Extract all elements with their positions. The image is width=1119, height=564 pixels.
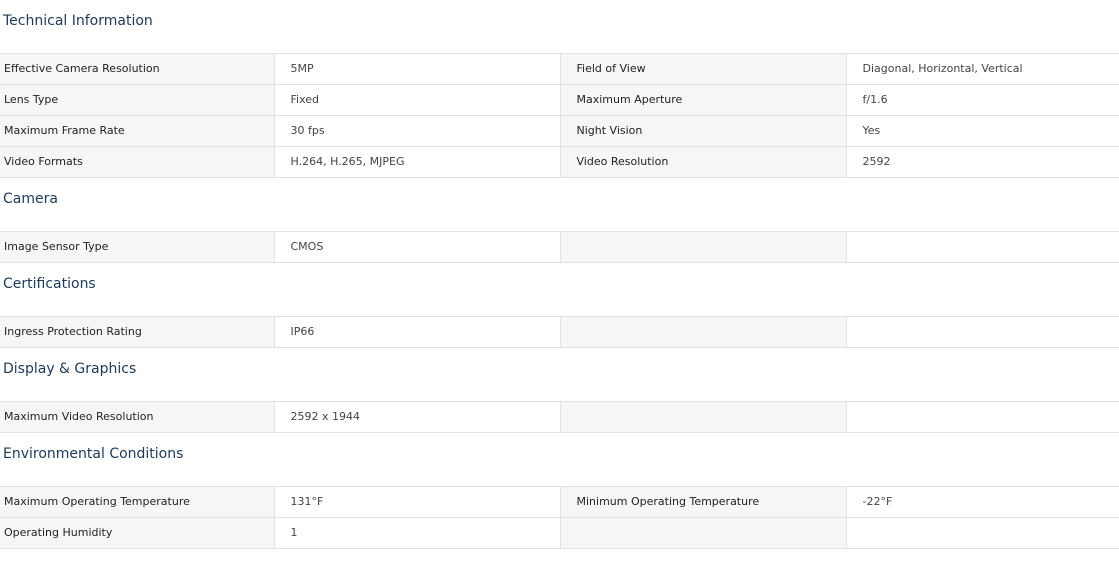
- spec-label: Video Formats: [0, 146, 274, 178]
- spec-value: 2592: [845, 146, 1119, 178]
- spec-table: Maximum Operating Temperature 131°F Mini…: [0, 486, 1119, 549]
- section-title: Technical Information: [3, 13, 153, 29]
- spec-label: Operating Humidity: [0, 517, 274, 549]
- spec-value: f/1.6: [845, 84, 1119, 116]
- spec-value: H.264, H.265, MJPEG: [273, 146, 560, 178]
- spec-label: Ingress Protection Rating: [0, 316, 274, 348]
- section-title: Camera: [3, 191, 58, 207]
- table-row: Maximum Video Resolution 2592 x 1944: [0, 401, 1119, 433]
- spec-label: Field of View: [559, 53, 846, 85]
- spec-value: Diagonal, Horizontal, Vertical: [845, 53, 1119, 85]
- section-title: Display & Graphics: [3, 361, 137, 377]
- spec-label: Effective Camera Resolution: [0, 53, 274, 85]
- spec-label: Lens Type: [0, 84, 274, 116]
- spec-value: 5MP: [273, 53, 560, 85]
- spec-label: Maximum Frame Rate: [0, 115, 274, 147]
- spec-value: 2592 x 1944: [273, 401, 560, 433]
- table-row: Maximum Frame Rate 30 fps Night Vision Y…: [0, 115, 1119, 147]
- table-row: Image Sensor Type CMOS: [0, 231, 1119, 263]
- spec-value: IP66: [273, 316, 560, 348]
- spec-value: CMOS: [273, 231, 560, 263]
- spec-table: Maximum Video Resolution 2592 x 1944: [0, 401, 1119, 433]
- spec-sections: Technical Information Effective Camera R…: [0, 0, 1119, 549]
- spec-value: [845, 517, 1119, 549]
- spec-label: Night Vision: [559, 115, 846, 147]
- spec-value: 1: [273, 517, 560, 549]
- spec-label: [559, 231, 846, 263]
- section-title: Certifications: [3, 276, 96, 292]
- section-display-graphics: Display & Graphics Maximum Video Resolut…: [0, 348, 1119, 433]
- spec-table: Ingress Protection Rating IP66: [0, 316, 1119, 348]
- spec-value: Fixed: [273, 84, 560, 116]
- table-row: Maximum Operating Temperature 131°F Mini…: [0, 486, 1119, 518]
- spec-label: [559, 517, 846, 549]
- spec-value: [845, 401, 1119, 433]
- spec-label: Image Sensor Type: [0, 231, 274, 263]
- table-row: Lens Type Fixed Maximum Aperture f/1.6: [0, 84, 1119, 116]
- table-row: Operating Humidity 1: [0, 517, 1119, 549]
- spec-value: [845, 316, 1119, 348]
- spec-value: 131°F: [273, 486, 560, 518]
- section-camera: Camera Image Sensor Type CMOS: [0, 178, 1119, 263]
- spec-label: Video Resolution: [559, 146, 846, 178]
- section-technical-information: Technical Information Effective Camera R…: [0, 0, 1119, 178]
- spec-value: [845, 231, 1119, 263]
- spec-label: [559, 401, 846, 433]
- spec-label: [559, 316, 846, 348]
- table-row: Video Formats H.264, H.265, MJPEG Video …: [0, 146, 1119, 178]
- spec-value: Yes: [845, 115, 1119, 147]
- section-certifications: Certifications Ingress Protection Rating…: [0, 263, 1119, 348]
- spec-label: Minimum Operating Temperature: [559, 486, 846, 518]
- section-environmental-conditions: Environmental Conditions Maximum Operati…: [0, 433, 1119, 549]
- table-row: Effective Camera Resolution 5MP Field of…: [0, 53, 1119, 85]
- spec-value: -22°F: [845, 486, 1119, 518]
- spec-table: Effective Camera Resolution 5MP Field of…: [0, 53, 1119, 178]
- spec-label: Maximum Aperture: [559, 84, 846, 116]
- spec-label: Maximum Video Resolution: [0, 401, 274, 433]
- table-row: Ingress Protection Rating IP66: [0, 316, 1119, 348]
- spec-value: 30 fps: [273, 115, 560, 147]
- spec-label: Maximum Operating Temperature: [0, 486, 274, 518]
- spec-table: Image Sensor Type CMOS: [0, 231, 1119, 263]
- section-title: Environmental Conditions: [3, 446, 184, 462]
